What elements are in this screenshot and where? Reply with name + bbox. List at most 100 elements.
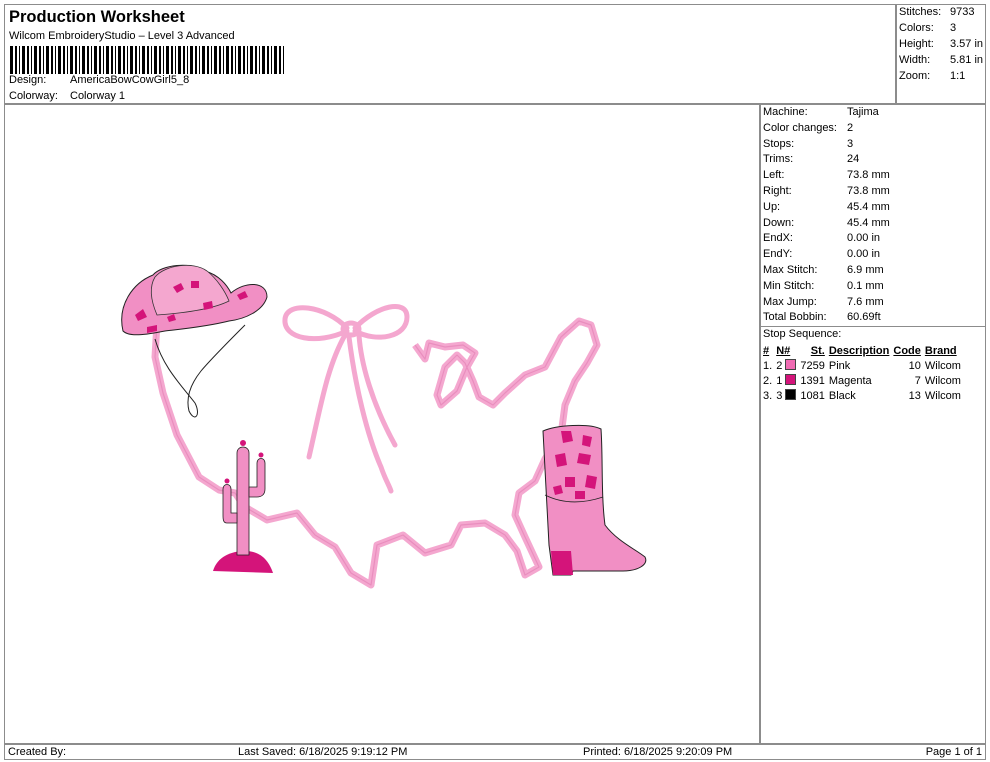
last-saved: Last Saved: 6/18/2025 9:19:12 PM [238, 746, 408, 758]
barcode-bar [231, 46, 233, 74]
machine-info-value: Tajima [847, 106, 879, 118]
table-header: # N# St. Description Code Brand [761, 343, 963, 358]
page-title: Production Worksheet [9, 8, 185, 26]
barcode-bar [183, 46, 185, 74]
barcode-bar [15, 46, 17, 74]
barcode-bar [187, 46, 188, 74]
stats-panel: Stitches: 9733 Colors: 3 Height: 3.57 in Wi… [896, 4, 986, 104]
barcode-bar [271, 46, 272, 74]
barcode-bar [87, 46, 89, 74]
color-swatch [785, 374, 797, 385]
software-subtitle: Wilcom EmbroideryStudio – Level 3 Advanc… [9, 30, 235, 42]
barcode-bar [190, 46, 193, 74]
machine-info-value: 73.8 mm [847, 185, 890, 197]
machine-info-label: Stops: [763, 137, 795, 150]
stat-zoom: Zoom: 1:1 [899, 70, 966, 82]
barcode-bar [22, 46, 25, 74]
barcode-bar [115, 46, 116, 74]
barcode-bar [91, 46, 92, 74]
barcode-bar [274, 46, 277, 74]
machine-info-row: Stops: 3 [763, 138, 983, 153]
embroidery-design-preview [121, 264, 647, 589]
color-code: 10 [908, 359, 921, 372]
barcode-bar [199, 46, 200, 74]
barcode-bar [82, 46, 85, 74]
barcode-bar [267, 46, 269, 74]
color-code: 13 [908, 389, 921, 402]
barcode-bar [118, 46, 121, 74]
barcode-bar [207, 46, 209, 74]
barcode-bar [151, 46, 152, 74]
needle-number: 2 [776, 360, 783, 372]
barcode-bar [202, 46, 205, 74]
machine-info-row: EndX: 0.00 in [763, 232, 983, 247]
barcode-bar [159, 46, 161, 74]
needle-number: 1 [776, 375, 783, 387]
color-description: Pink [828, 359, 851, 372]
machine-info-label: Min Stitch: [763, 279, 815, 292]
stat-colors: Colors: 3 [899, 22, 957, 34]
machine-info-row: Machine: Tajima [763, 106, 983, 121]
needle-cell: 1 [774, 373, 798, 388]
barcode-bar [250, 46, 253, 74]
barcode-bar [235, 46, 236, 74]
barcode-bar [58, 46, 61, 74]
stop-sequence-table: # N# St. Description Code Brand 1. 2 7259… [761, 343, 963, 403]
barcode [10, 46, 284, 74]
stitch-count: 1391 [800, 374, 825, 387]
barcode-bar [142, 46, 145, 74]
barcode-bar [106, 46, 109, 74]
machine-info-label: Color changes: [763, 121, 837, 134]
barcode-bar [135, 46, 137, 74]
stitch-count: 1081 [800, 389, 825, 402]
created-by: Created By: [8, 746, 67, 758]
barcode-bar [238, 46, 241, 74]
color-description: Black [828, 389, 856, 402]
barcode-bar [214, 46, 217, 74]
machine-info-row: Left: 73.8 mm [763, 169, 983, 184]
machine-info-row: Max Stitch: 6.9 mm [763, 264, 983, 279]
barcode-bar [166, 46, 169, 74]
barcode-bar [39, 46, 41, 74]
machine-info-row: Total Bobbin: 60.69ft [763, 311, 983, 326]
machine-info-row: Max Jump: 7.6 mm [763, 296, 983, 311]
machine-info-row: Min Stitch: 0.1 mm [763, 280, 983, 295]
barcode-bar [10, 46, 13, 74]
machine-info-label: Down: [763, 216, 795, 229]
machine-info-row: Up: 45.4 mm [763, 201, 983, 216]
barcode-bar [51, 46, 53, 74]
barcode-bar [243, 46, 245, 74]
col-code: Code [893, 344, 921, 357]
design-row: Design: AmericaBowCowGirl5_8 [9, 74, 409, 88]
machine-info-label: Max Jump: [763, 295, 817, 308]
barcode-bar [127, 46, 128, 74]
color-description: Magenta [828, 374, 872, 387]
machine-info-value: 6.9 mm [847, 264, 884, 276]
barcode-bar [99, 46, 101, 74]
barcode-bar [175, 46, 176, 74]
table-row: 1. 2 7259 Pink 10 Wilcom [761, 358, 963, 373]
divider [761, 326, 985, 327]
bow-motif [282, 304, 410, 494]
stat-stitches: Stitches: 9733 [899, 6, 975, 18]
machine-info-value: 60.69ft [847, 311, 881, 324]
machine-info-value: 0.1 mm [847, 279, 884, 292]
machine-info-value: 7.6 mm [847, 295, 884, 308]
barcode-bar [130, 46, 133, 74]
barcode-bar [247, 46, 248, 74]
cactus-motif [213, 440, 273, 573]
barcode-bar [103, 46, 104, 74]
cowboy-boot-motif [542, 424, 647, 576]
col-st: St. [810, 344, 825, 357]
barcode-bar [195, 46, 197, 74]
machine-info-value: 0.00 in [847, 248, 881, 261]
machine-info-label: Trims: [763, 153, 794, 166]
printed-date: Printed: 6/18/2025 9:20:09 PM [583, 746, 733, 758]
barcode-bar [67, 46, 68, 74]
machine-info-label: EndY: [763, 248, 793, 261]
col-brand: Brand [924, 344, 957, 357]
table-row: 3. 3 1081 Black 13 Wilcom [761, 388, 963, 403]
machine-info-panel: Machine: Tajima Color changes: 2 Stops: 3 Trim… [760, 104, 986, 744]
barcode-bar [79, 46, 80, 74]
machine-info-row: Color changes: 2 [763, 122, 983, 137]
